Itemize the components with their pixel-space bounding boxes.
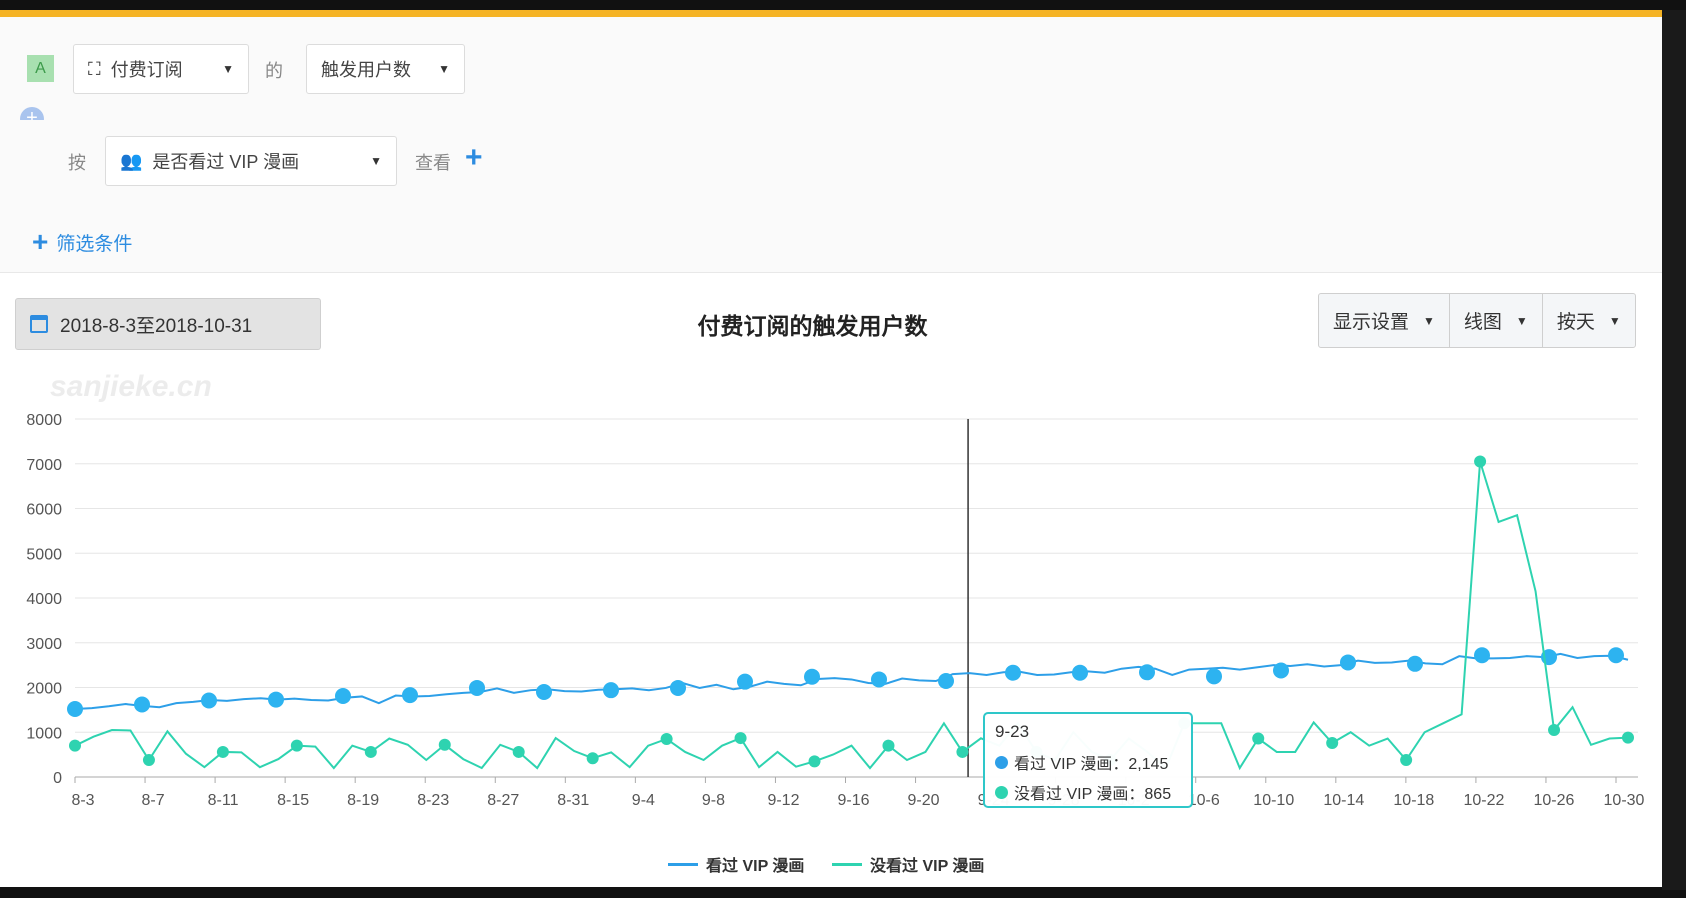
x-tick-label: 8-19 (347, 792, 379, 809)
series2-marker (1622, 731, 1634, 744)
series2-marker (364, 745, 377, 758)
tooltip-date: 9-23 (995, 722, 1030, 741)
x-tick-label: 10-30 (1604, 792, 1645, 809)
series1-marker (134, 696, 150, 713)
y-tick-label: 0 (53, 770, 62, 787)
series1-marker (536, 683, 552, 700)
series1-marker (737, 673, 753, 690)
series2-marker (1252, 732, 1265, 745)
series2-marker (1400, 753, 1413, 766)
series1-marker (1608, 647, 1624, 664)
series1-marker (1139, 664, 1155, 681)
line-chart[interactable]: 0 1000 2000 3000 4000 5000 6000 7000 8000 8-3 8-7 8… (0, 0, 1686, 898)
series2-marker (660, 732, 673, 745)
x-tick-label: 8-7 (141, 792, 164, 809)
x-tick-label: 8-27 (487, 792, 519, 809)
series2-marker (69, 739, 81, 752)
series1-marker (1340, 654, 1356, 671)
tooltip-line-2: 没看过 VIP 漫画：865 (995, 780, 1181, 804)
x-tick-label: 9-20 (908, 792, 940, 809)
series2-marker (142, 753, 155, 766)
x-tick-label: 8-11 (208, 792, 239, 809)
series2-marker (290, 739, 303, 752)
series2-marker (438, 738, 451, 751)
series1-marker (938, 673, 954, 690)
x-tick-label: 10-14 (1323, 792, 1364, 809)
series2-marker (1474, 455, 1487, 468)
series2-dot-icon (995, 785, 1008, 799)
series2-marker (1548, 724, 1561, 737)
series1-marker (1206, 668, 1222, 685)
y-tick-label: 1000 (26, 725, 62, 742)
y-tick-label: 6000 (26, 502, 62, 519)
series1-dot-icon (995, 755, 1008, 769)
series2-marker (734, 732, 747, 745)
series1-marker (1407, 655, 1423, 672)
series2-marker (956, 745, 969, 758)
series1-marker (670, 679, 686, 696)
series1-marker (1005, 664, 1021, 681)
series-line-1 (74, 652, 1629, 710)
tooltip-line-2-text: 没看过 VIP 漫画：865 (1014, 786, 1172, 803)
x-tick-label: 10-22 (1463, 792, 1504, 809)
legend-item-series1[interactable]: 看过 VIP 漫画 (668, 852, 804, 876)
series-line-2 (74, 461, 1629, 771)
x-tick-label: 9-16 (837, 792, 869, 809)
series1-marker (804, 668, 820, 685)
series2-marker (586, 752, 599, 765)
x-tick-label: 8-3 (71, 792, 94, 809)
series1-marker (469, 679, 485, 696)
series1-marker (67, 700, 83, 717)
y-tick-label: 4000 (26, 591, 62, 608)
x-tick-label: 10-10 (1253, 792, 1294, 809)
series2-marker (512, 745, 525, 758)
legend-series2-label: 没看过 VIP 漫画 (870, 858, 985, 875)
series1-marker (268, 691, 284, 708)
x-tick-label: 9-8 (702, 792, 725, 809)
series1-marker (402, 687, 418, 704)
series1-marker (201, 692, 217, 709)
legend-series1-label: 看过 VIP 漫画 (706, 858, 805, 875)
chart-tooltip: 9-23 看过 VIP 漫画：2,145 没看过 VIP 漫画：865 (983, 712, 1193, 808)
series2-marker (808, 755, 821, 768)
legend-item-series2[interactable]: 没看过 VIP 漫画 (832, 852, 984, 876)
x-tick-label: 8-23 (417, 792, 449, 809)
x-tick-label: 10-18 (1393, 792, 1434, 809)
series2-marker (1326, 736, 1339, 749)
series1-marker (335, 688, 351, 705)
series1-marker (871, 671, 887, 688)
y-tick-label: 8000 (26, 412, 62, 429)
x-tick-label: 9-4 (632, 792, 655, 809)
x-tick-label: 8-31 (557, 792, 589, 809)
series2-marker (216, 745, 229, 758)
series1-marker (1072, 664, 1088, 681)
y-tick-label: 5000 (26, 546, 62, 563)
series1-marker (1474, 647, 1490, 664)
series1-marker (1273, 662, 1289, 679)
tooltip-line-1-text: 看过 VIP 漫画：2,145 (1014, 756, 1169, 773)
x-tick-label: 10-26 (1533, 792, 1574, 809)
series1-legend-icon (668, 862, 698, 866)
y-tick-label: 2000 (26, 681, 62, 698)
x-tick-label: 9-12 (767, 792, 799, 809)
series1-marker (603, 682, 619, 699)
x-tick-label: 8-15 (277, 792, 309, 809)
series2-legend-icon (832, 862, 862, 866)
tooltip-line-1: 看过 VIP 漫画：2,145 (995, 750, 1181, 774)
y-tick-label: 3000 (26, 636, 62, 653)
y-tick-label: 7000 (26, 457, 62, 474)
series2-marker (882, 739, 895, 752)
